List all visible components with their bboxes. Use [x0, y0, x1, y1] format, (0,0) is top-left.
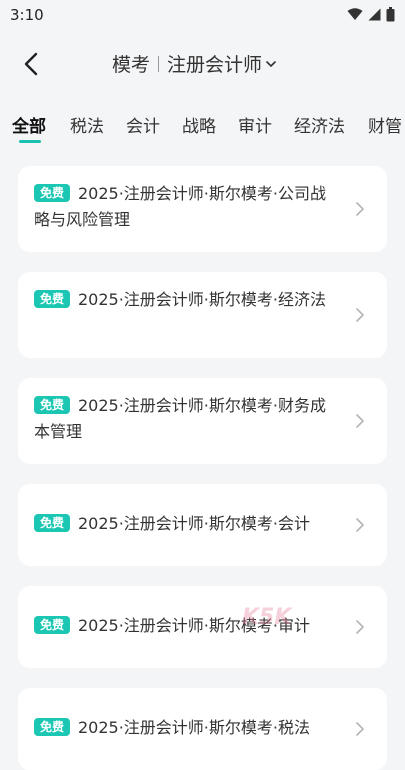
- exam-title: 免费 2025·注册会计师·斯尔模考·经济法: [34, 287, 334, 313]
- list-item[interactable]: 免费 2025·注册会计师·斯尔模考·会计: [18, 484, 387, 566]
- list-item[interactable]: 免费 2025·注册会计师·斯尔模考·审计: [18, 586, 387, 668]
- list-item[interactable]: 免费 2025·注册会计师·斯尔模考·公司战略与风险管理: [18, 166, 387, 252]
- free-badge: 免费: [34, 718, 70, 736]
- chevron-right-icon: [356, 722, 364, 736]
- exam-title: 免费 2025·注册会计师·斯尔模考·税法: [34, 715, 334, 741]
- list-item[interactable]: 免费 2025·注册会计师·斯尔模考·经济法: [18, 272, 387, 358]
- tab-accounting[interactable]: 会计: [126, 112, 160, 137]
- active-tab-indicator: [19, 140, 41, 143]
- exam-title: 免费 2025·注册会计师·斯尔模考·会计: [34, 511, 334, 537]
- free-badge: 免费: [34, 514, 70, 532]
- title-switcher[interactable]: 模考 注册会计师: [112, 50, 276, 77]
- exam-selector-label: 注册会计师: [167, 54, 263, 76]
- header: 模考 注册会计师: [0, 30, 405, 98]
- battery-icon: [386, 7, 395, 22]
- exam-title: 免费 2025·注册会计师·斯尔模考·财务成本管理: [34, 393, 334, 445]
- watermark: K5K: [242, 605, 292, 630]
- chevron-right-icon: [356, 518, 364, 532]
- tab-economic-law[interactable]: 经济法: [294, 112, 345, 137]
- exam-title-text: 2025·注册会计师·斯尔模考·经济法: [78, 290, 326, 309]
- tab-strategy[interactable]: 战略: [182, 112, 216, 137]
- exam-title-text: 2025·注册会计师·斯尔模考·公司战略与风险管理: [34, 184, 326, 229]
- exam-title: 免费 2025·注册会计师·斯尔模考·公司战略与风险管理: [34, 181, 334, 233]
- status-bar: 3:10: [0, 0, 405, 30]
- back-icon[interactable]: [18, 50, 46, 78]
- chevron-right-icon: [356, 202, 364, 216]
- list-item[interactable]: 免费 2025·注册会计师·斯尔模考·税法: [18, 688, 387, 770]
- status-time: 3:10: [10, 6, 44, 24]
- title-divider: [158, 55, 160, 72]
- free-badge: 免费: [34, 290, 70, 308]
- signal-icon: [368, 8, 381, 21]
- exam-title-text: 2025·注册会计师·斯尔模考·会计: [78, 514, 310, 533]
- chevron-right-icon: [356, 620, 364, 634]
- wifi-icon: [347, 8, 363, 20]
- free-badge: 免费: [34, 184, 70, 202]
- chevron-right-icon: [356, 308, 364, 322]
- exam-title-text: 2025·注册会计师·斯尔模考·财务成本管理: [34, 396, 326, 441]
- status-icons: [347, 7, 395, 22]
- page-title: 模考: [112, 54, 151, 76]
- list-item[interactable]: 免费 2025·注册会计师·斯尔模考·财务成本管理: [18, 378, 387, 464]
- chevron-down-icon: [266, 60, 276, 67]
- tab-all[interactable]: 全部: [12, 112, 46, 137]
- chevron-right-icon: [356, 414, 364, 428]
- free-badge: 免费: [34, 396, 70, 414]
- tab-financial-management[interactable]: 财管: [368, 112, 402, 137]
- tab-audit[interactable]: 审计: [238, 112, 272, 137]
- subject-tabs: 全部 税法 会计 战略 审计 经济法 财管: [0, 106, 405, 146]
- free-badge: 免费: [34, 616, 70, 634]
- exam-title-text: 2025·注册会计师·斯尔模考·税法: [78, 718, 310, 737]
- tab-tax-law[interactable]: 税法: [70, 112, 104, 137]
